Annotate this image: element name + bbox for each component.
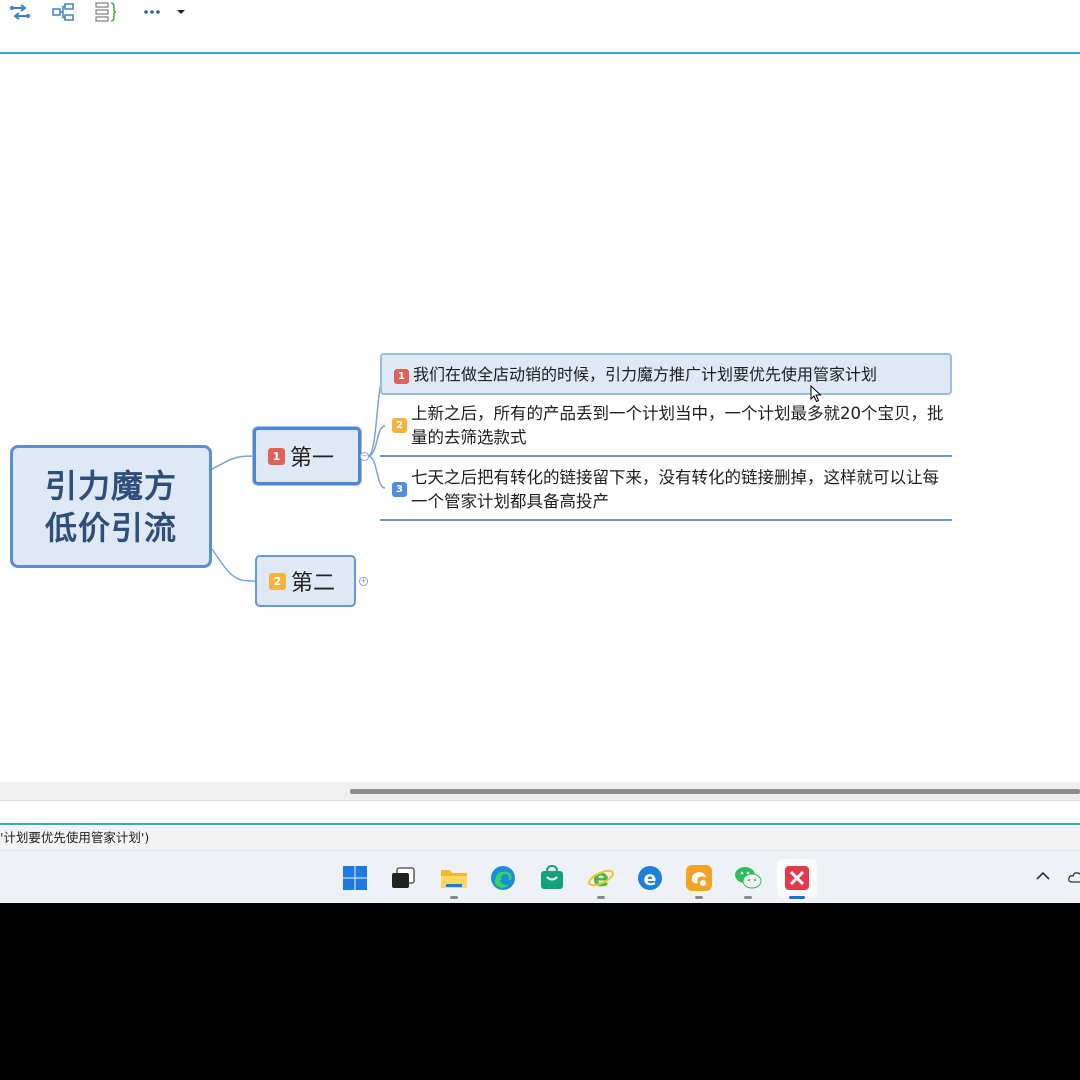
more-icon[interactable]: [140, 0, 164, 24]
main-topic-2[interactable]: 2 第二: [255, 555, 356, 607]
central-topic[interactable]: 引力魔方 低价引流: [10, 445, 212, 568]
file-explorer-icon[interactable]: [434, 859, 474, 899]
structure-icon[interactable]: [51, 0, 75, 24]
subtopic-text: 七天之后把有转化的链接留下来，没有转化的链接删掉，这样就可以让每一个管家计划都具…: [411, 468, 939, 511]
relationship-icon[interactable]: [8, 0, 32, 24]
running-indicator: [597, 896, 605, 899]
priority-marker-icon: 2: [269, 572, 286, 590]
uc-browser-icon[interactable]: [679, 859, 719, 899]
priority-marker-icon: 1: [394, 369, 409, 384]
windows-start-icon[interactable]: [335, 859, 375, 897]
screen: 引力魔方 低价引流 1 第一 − 2 第二 + 1 我们在做全店动销的时候，引力…: [0, 0, 1080, 903]
task-view-icon[interactable]: [383, 859, 423, 897]
edge-browser-icon[interactable]: [483, 859, 523, 897]
ie-browser-icon[interactable]: e: [581, 859, 621, 899]
edge-legacy-icon[interactable]: e: [630, 859, 670, 897]
running-indicator: [744, 896, 752, 899]
subtopic-1[interactable]: 1 我们在做全店动销的时候，引力魔方推广计划要优先使用管家计划: [380, 353, 952, 395]
dropdown-arrow-icon[interactable]: [174, 0, 188, 24]
subtopic-text: 我们在做全店动销的时候，引力魔方推广计划要优先使用管家计划: [413, 365, 878, 384]
status-bar: '计划要优先使用管家计划'): [0, 825, 1080, 850]
show-hidden-icons-chevron-icon[interactable]: [1036, 866, 1050, 885]
svg-text:e: e: [644, 868, 657, 890]
subtopic-3[interactable]: 3 七天之后把有转化的链接留下来，没有转化的链接删掉，这样就可以让每一个管家计划…: [380, 464, 952, 521]
summary-icon[interactable]: [94, 0, 118, 24]
scrollbar-thumb[interactable]: [350, 789, 1080, 794]
running-indicator: [450, 896, 458, 899]
toolbar: [0, 0, 1080, 54]
central-topic-line2: 低价引流: [44, 508, 177, 547]
horizontal-scrollbar[interactable]: [0, 782, 1080, 801]
main-topic-label: 第一: [290, 446, 335, 471]
central-topic-line1: 引力魔方: [44, 466, 177, 505]
main-topic-label: 第二: [291, 571, 336, 596]
main-topic-1[interactable]: 1 第一: [253, 427, 361, 485]
collapse-toggle-icon[interactable]: −: [360, 452, 369, 461]
microsoft-store-icon[interactable]: [532, 859, 572, 897]
status-text: '计划要优先使用管家计划'): [0, 830, 150, 845]
subtopic-2[interactable]: 2 上新之后，所有的产品丢到一个计划当中，一个计划最多就20个宝贝，批量的去筛选…: [380, 400, 952, 457]
running-indicator: [695, 896, 703, 899]
mindmap-canvas[interactable]: 引力魔方 低价引流 1 第一 − 2 第二 + 1 我们在做全店动销的时候，引力…: [0, 54, 1080, 782]
priority-marker-icon: 2: [392, 418, 407, 433]
cloud-icon[interactable]: [1068, 868, 1080, 887]
subtopic-text: 上新之后，所有的产品丢到一个计划当中，一个计划最多就20个宝贝，批量的去筛选款式: [411, 404, 944, 447]
taskbar: e e: [0, 850, 1080, 903]
wechat-icon[interactable]: [728, 859, 768, 899]
xmind-icon[interactable]: [777, 859, 817, 899]
priority-marker-icon: 3: [392, 482, 407, 497]
mouse-cursor-icon: [810, 384, 822, 403]
svg-text:e: e: [593, 864, 609, 892]
priority-marker-icon: 1: [268, 447, 285, 465]
expand-toggle-icon[interactable]: +: [359, 577, 368, 586]
running-indicator-active: [789, 896, 805, 899]
